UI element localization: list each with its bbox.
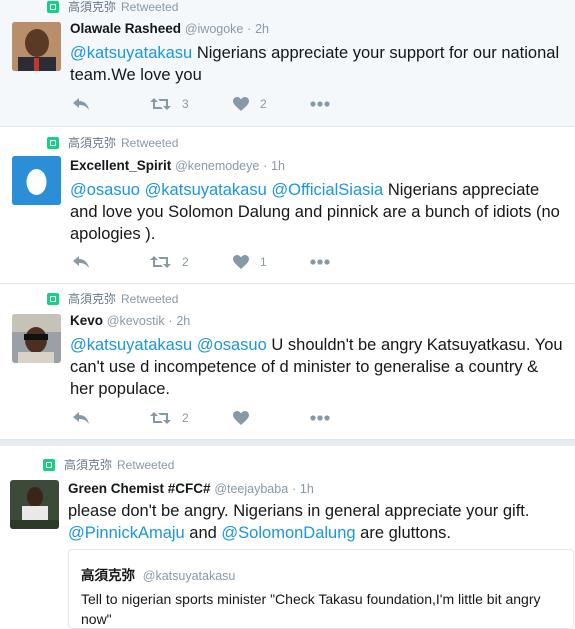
more-button[interactable] xyxy=(310,101,330,107)
tweet-header: Excellent_Spirit @kenemodeye · 1h xyxy=(70,157,565,175)
separator-dot: · xyxy=(263,159,268,173)
more-dots-icon xyxy=(310,259,330,265)
tweet-actions: 2 1 xyxy=(72,253,330,271)
mention-link[interactable]: @katsuyatakasu xyxy=(145,181,267,199)
retweet-count: 2 xyxy=(182,411,189,425)
quoted-tweet-text: Tell to nigerian sports minister "Check … xyxy=(81,591,541,627)
mention-link[interactable]: @OfficialSiasia xyxy=(271,181,383,199)
quoted-tweet[interactable]: 高須克弥 @katsuyatakasu Tell to nigerian spo… xyxy=(68,549,574,629)
retweet-badge-icon xyxy=(43,458,55,471)
like-button[interactable]: 2 xyxy=(233,97,310,111)
reply-button[interactable] xyxy=(72,411,150,425)
reply-icon xyxy=(73,412,89,424)
more-dots-icon xyxy=(310,415,330,421)
heart-icon xyxy=(233,97,249,111)
mention-link[interactable]: @katsuyatakasu xyxy=(70,44,192,62)
retweeter-name[interactable]: 高須克弥 xyxy=(68,134,116,151)
timestamp[interactable]: 2h xyxy=(176,314,190,328)
separator-dot: · xyxy=(168,314,173,328)
retweet-label: Retweeted xyxy=(121,0,179,14)
tweet-header: Green Chemist #CFC# @teejaybaba · 1h xyxy=(68,480,565,498)
retweet-badge-icon xyxy=(47,0,59,13)
retweet-label: Retweeted xyxy=(117,457,175,472)
timestamp[interactable]: 2h xyxy=(255,22,269,36)
retweeter-name[interactable]: 高須克弥 xyxy=(68,0,116,15)
mention-link[interactable]: @PinnickAmaju xyxy=(68,524,185,542)
more-button[interactable] xyxy=(310,259,330,265)
author-name[interactable]: Green Chemist #CFC# xyxy=(68,481,211,496)
tweet-body: please don't be angry. Nigerians in gene… xyxy=(68,502,530,520)
retweet-context: 高須克弥 Retweeted xyxy=(47,134,178,151)
tweet-text: @katsuyatakasu @osasuo U shouldn't be an… xyxy=(70,334,565,400)
retweet-count: 3 xyxy=(182,97,189,111)
tweet[interactable]: 高須克弥 Retweeted Olawale Rasheed @iwogoke … xyxy=(0,0,575,127)
timestamp[interactable]: 1h xyxy=(271,159,285,173)
mention-link[interactable]: @SolomonDalung xyxy=(221,524,355,542)
tweet-header: Olawale Rasheed @iwogoke · 2h xyxy=(70,20,565,38)
avatar[interactable] xyxy=(12,156,61,205)
author-handle[interactable]: @kevostik xyxy=(107,314,165,328)
mention-link[interactable]: @osasuo xyxy=(197,336,267,354)
retweet-context: 高須克弥 Retweeted xyxy=(47,290,178,307)
author-name[interactable]: Excellent_Spirit xyxy=(70,158,171,173)
retweet-button[interactable]: 3 xyxy=(150,97,233,111)
retweet-label: Retweeted xyxy=(121,135,179,150)
tweet-body: are gluttons. xyxy=(355,524,451,542)
like-button[interactable]: 1 xyxy=(233,255,310,269)
retweet-label: Retweeted xyxy=(121,291,179,306)
quoted-author-name: 高須克弥 xyxy=(81,568,135,583)
retweet-badge-icon xyxy=(47,292,59,305)
timeline: 高須克弥 Retweeted Olawale Rasheed @iwogoke … xyxy=(0,0,575,629)
like-count: 2 xyxy=(260,97,267,111)
retweeter-name[interactable]: 高須克弥 xyxy=(68,290,116,307)
tweet-text: please don't be angry. Nigerians in gene… xyxy=(68,500,565,544)
tweet-actions: 3 2 xyxy=(72,95,330,113)
more-button[interactable] xyxy=(310,415,330,421)
retweet-button[interactable]: 2 xyxy=(150,255,233,269)
reply-icon xyxy=(73,98,89,110)
avatar[interactable] xyxy=(12,22,61,71)
retweet-icon xyxy=(150,412,171,424)
separator-dot: · xyxy=(291,482,297,496)
avatar[interactable] xyxy=(10,480,59,529)
timestamp[interactable]: 1h xyxy=(300,482,314,496)
retweet-context: 高須克弥 Retweeted xyxy=(43,456,174,473)
tweet-header: Kevo @kevostik · 2h xyxy=(70,312,565,330)
reply-button[interactable] xyxy=(72,97,150,111)
author-name[interactable]: Olawale Rasheed xyxy=(70,21,181,36)
author-name[interactable]: Kevo xyxy=(70,313,103,328)
heart-icon xyxy=(233,255,249,269)
more-dots-icon xyxy=(310,101,330,107)
mention-link[interactable]: @katsuyatakasu xyxy=(70,336,192,354)
like-button[interactable] xyxy=(233,411,310,425)
retweet-badge-icon xyxy=(47,136,59,149)
retweet-count: 2 xyxy=(182,255,189,269)
tweet-text: @osasuo @katsuyatakasu @OfficialSiasia N… xyxy=(70,179,565,245)
heart-icon xyxy=(233,411,249,425)
author-handle[interactable]: @iwogoke xyxy=(185,22,244,36)
reply-button[interactable] xyxy=(72,255,150,269)
separator-dot: · xyxy=(247,22,252,36)
retweet-context: 高須克弥 Retweeted xyxy=(47,0,178,15)
tweet[interactable]: 高須克弥 Retweeted Kevo @kevostik · 2h @kats… xyxy=(0,284,575,440)
retweet-icon xyxy=(150,98,171,110)
like-count: 1 xyxy=(260,255,267,269)
tweet-text: @katsuyatakasu Nigerians appreciate your… xyxy=(70,42,565,86)
quoted-tweet-header: 高須克弥 @katsuyatakasu xyxy=(81,564,235,584)
tweet-body: and xyxy=(184,524,222,542)
retweet-icon xyxy=(150,256,171,268)
reply-icon xyxy=(73,256,89,268)
retweet-button[interactable]: 2 xyxy=(150,411,233,425)
mention-link[interactable]: @osasuo xyxy=(70,181,140,199)
author-handle[interactable]: @teejaybaba xyxy=(214,482,288,496)
retweeter-name[interactable]: 高須克弥 xyxy=(64,456,112,473)
author-handle[interactable]: @kenemodeye xyxy=(175,159,259,173)
quoted-author-handle: @katsuyatakasu xyxy=(142,569,236,583)
tweet[interactable]: 高須克弥 Retweeted Excellent_Spirit @kenemod… xyxy=(0,127,575,284)
tweet-actions: 2 xyxy=(72,409,330,427)
avatar[interactable] xyxy=(12,314,61,363)
